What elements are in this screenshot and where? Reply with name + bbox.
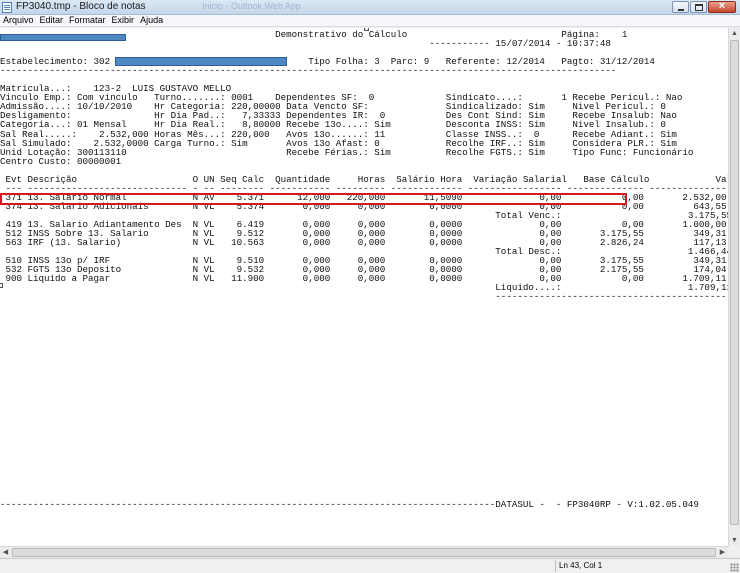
- menu-bar: Arquivo Editar Formatar Exibir Ajuda: [0, 15, 740, 27]
- report-footer: ----------------------------------------…: [0, 500, 699, 509]
- menu-ajuda[interactable]: Ajuda: [137, 15, 166, 26]
- document-text: Demonstrativo do Cálculo Página: 1 -----…: [0, 30, 728, 310]
- status-divider: [555, 560, 556, 572]
- background-window-title: Inicio - Outlook Web App: [202, 1, 301, 11]
- window-title: FP3040.tmp - Bloco de notas: [16, 1, 146, 12]
- cursor-position: Ln 43, Col 1: [559, 561, 603, 570]
- resize-handle[interactable]: [364, 28, 369, 31]
- scroll-right-icon[interactable]: ▶: [717, 547, 728, 558]
- scroll-up-icon[interactable]: ▲: [729, 28, 740, 39]
- maximize-button[interactable]: [690, 1, 707, 13]
- horizontal-scrollbar[interactable]: ◀ ▶: [0, 546, 728, 558]
- status-bar: Ln 43, Col 1: [0, 558, 740, 573]
- vertical-scroll-thumb[interactable]: [730, 40, 739, 525]
- menu-formatar[interactable]: Formatar: [66, 15, 109, 26]
- scroll-left-icon[interactable]: ◀: [0, 547, 11, 558]
- highlighted-row-marker: [0, 193, 627, 205]
- menu-arquivo[interactable]: Arquivo: [0, 15, 37, 26]
- vertical-scrollbar[interactable]: ▲ ▼: [728, 28, 740, 546]
- doc-line: ----------------------------------------…: [0, 65, 617, 77]
- footer-line: ----------------------------------------…: [0, 499, 699, 510]
- text-editor[interactable]: Demonstrativo do Cálculo Página: 1 -----…: [0, 28, 728, 546]
- horizontal-scroll-thumb[interactable]: [12, 548, 716, 557]
- notepad-icon: [2, 2, 12, 13]
- redaction-bar: [115, 57, 287, 66]
- close-icon: ×: [718, 0, 726, 12]
- minimize-button[interactable]: [672, 1, 689, 13]
- resize-handle[interactable]: [0, 283, 3, 288]
- menu-exibir[interactable]: Exibir: [109, 15, 138, 26]
- maximize-icon: [695, 4, 703, 11]
- redaction-bar: [0, 34, 126, 41]
- doc-line: ----------------------------------------…: [0, 291, 728, 303]
- window-controls: ×: [672, 0, 736, 14]
- scroll-down-icon[interactable]: ▼: [729, 535, 740, 546]
- menu-editar[interactable]: Editar: [37, 15, 67, 26]
- doc-line: Centro Custo: 00000001: [0, 155, 122, 167]
- size-grip-icon[interactable]: [730, 563, 739, 572]
- title-bar[interactable]: FP3040.tmp - Bloco de notas Inicio - Out…: [0, 0, 740, 15]
- minimize-icon: [678, 9, 684, 11]
- close-button[interactable]: ×: [708, 0, 736, 13]
